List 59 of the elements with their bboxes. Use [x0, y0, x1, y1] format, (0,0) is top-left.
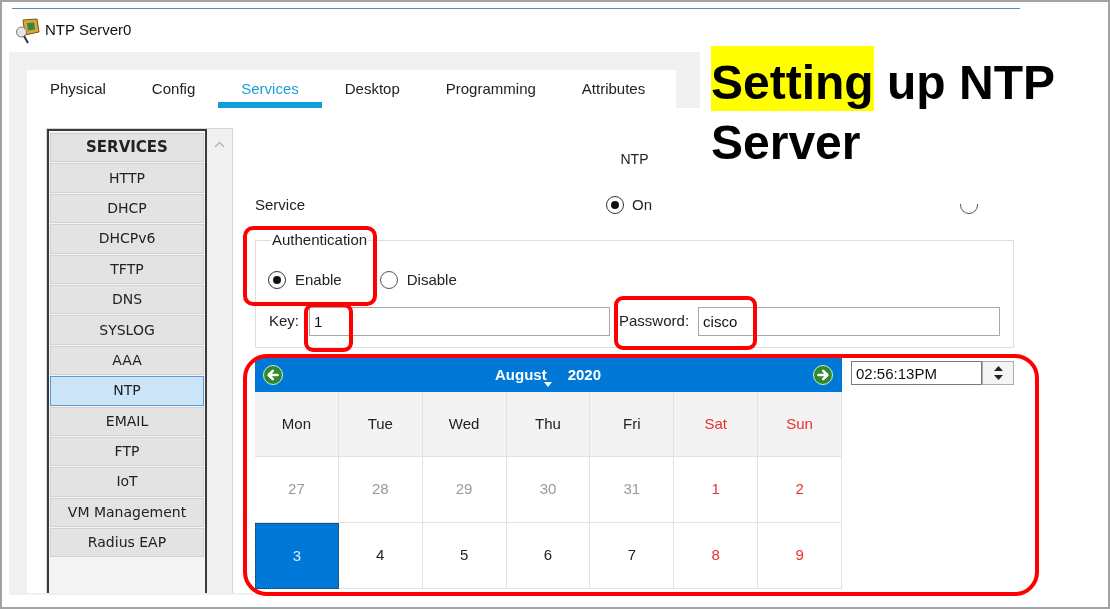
sidebar-item[interactable]: AAA: [50, 345, 204, 376]
weekday-header: Thu: [506, 392, 591, 457]
field-label: Password:: [619, 311, 690, 332]
sidebar-item[interactable]: VM Management: [50, 497, 204, 528]
package-icon: [14, 17, 40, 44]
month-dropdown[interactable]: August: [494, 363, 552, 387]
radio-button[interactable]: [268, 271, 286, 289]
sidebar-item[interactable]: HTTP: [50, 163, 204, 193]
weekday-header: Sun: [758, 392, 842, 457]
weekday-header: Fri: [590, 392, 675, 457]
sidebar-item[interactable]: NTP: [50, 376, 204, 406]
sidebar-item[interactable]: SYSLOG: [50, 315, 204, 345]
date-cell[interactable]: 9: [758, 523, 842, 589]
date-cell[interactable]: 2: [758, 457, 842, 523]
radio-label: On: [632, 194, 652, 215]
weekday-header: Sat: [674, 392, 759, 457]
spin-button[interactable]: [982, 361, 1014, 385]
sidebar-item[interactable]: EMAIL: [50, 406, 204, 436]
radio-button[interactable]: [606, 196, 624, 214]
radio-label: Disable: [406, 269, 457, 290]
arrow-right-icon[interactable]: [813, 365, 833, 385]
tab[interactable]: Desktop: [321, 70, 423, 108]
radio-label: Enable: [295, 269, 342, 290]
weekday-header: Mon: [255, 392, 339, 457]
tab[interactable]: Config: [128, 70, 219, 108]
sidebar-item[interactable]: Radius EAP: [50, 528, 204, 558]
date-cell[interactable]: 3: [255, 523, 339, 589]
sidebar-header: SERVICES: [50, 133, 204, 163]
caret-down-icon[interactable]: [993, 375, 1003, 380]
tab[interactable]: Physical: [27, 70, 129, 108]
password-field[interactable]: cisco: [698, 307, 1001, 336]
radio-button[interactable]: [379, 271, 398, 289]
field-label: Key:: [268, 311, 299, 332]
date-cell[interactable]: 8: [674, 523, 759, 589]
tab[interactable]: Attributes: [558, 70, 669, 108]
window-title: NTP Server0: [45, 20, 132, 41]
scrollbar[interactable]: [207, 129, 232, 593]
arrow-left-icon[interactable]: [263, 365, 283, 385]
caret-up-icon[interactable]: [993, 366, 1003, 371]
sidebar-item[interactable]: DNS: [50, 284, 204, 315]
date-cell[interactable]: 4: [338, 523, 423, 589]
date-cell[interactable]: 6: [506, 523, 591, 589]
field-label: Service: [255, 194, 307, 215]
slide-title: Setting up NTP Server: [711, 45, 1063, 173]
sidebar-item[interactable]: DHCP: [50, 193, 204, 224]
section-heading: NTP: [620, 150, 649, 169]
date-cell[interactable]: 7: [590, 523, 675, 589]
date-cell[interactable]: 5: [422, 523, 507, 589]
sidebar-item[interactable]: IoT: [50, 467, 204, 497]
weekday-header: Tue: [338, 392, 423, 457]
weekday-header: Wed: [422, 392, 507, 457]
date-cell[interactable]: 1: [674, 457, 759, 523]
sidebar-item[interactable]: DHCPv6: [50, 224, 204, 254]
time-field[interactable]: 02:56:13PM: [851, 361, 982, 385]
key-field[interactable]: 1: [309, 307, 610, 336]
year-label: 2020: [567, 366, 601, 384]
sidebar-item[interactable]: FTP: [50, 436, 204, 467]
sidebar-item[interactable]: TFTP: [50, 254, 204, 284]
tab[interactable]: Programming: [422, 70, 559, 108]
